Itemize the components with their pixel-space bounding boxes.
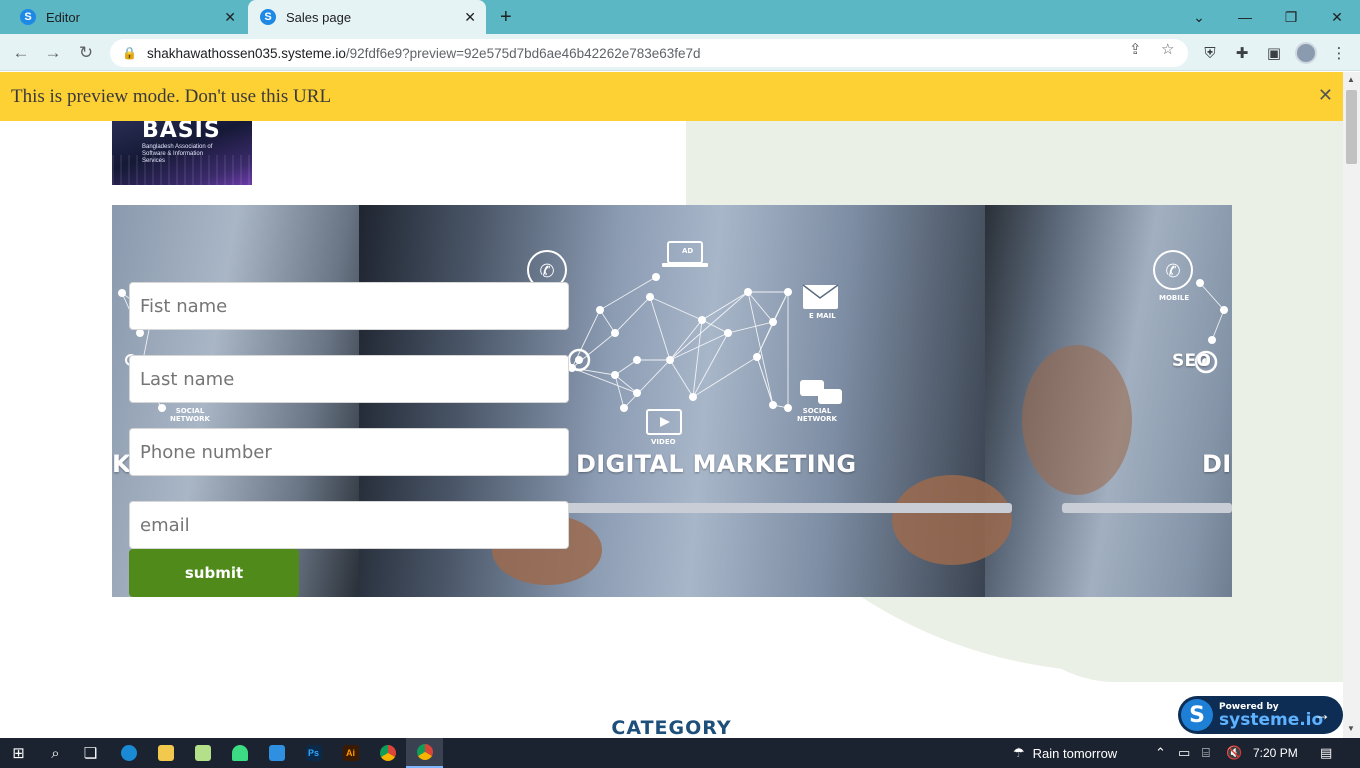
tab-strip: S Editor ✕ S Sales page ✕ + ⌄ — ❐ ✕ (0, 0, 1360, 34)
edge-icon[interactable] (110, 738, 147, 768)
powered-by-badge[interactable]: S Powered by systeme.io → (1178, 696, 1343, 734)
notifications-icon[interactable]: ▤ (1320, 738, 1332, 768)
bookmark-star-icon[interactable]: ☆ (1161, 40, 1174, 58)
tab-title: Editor (46, 9, 80, 25)
show-hidden-icons-icon[interactable]: ⌃ (1155, 738, 1166, 768)
seo-label: SEO (1172, 351, 1212, 371)
page-viewport: This is preview mode. Don't use this URL… (0, 72, 1343, 738)
weather-text: Rain tomorrow (1032, 745, 1118, 761)
vertical-scrollbar[interactable]: ▲ ▼ (1343, 72, 1360, 738)
volume-muted-icon[interactable]: 🔇 (1226, 738, 1242, 768)
category-heading: CATEGORY (611, 717, 732, 738)
logo-subtitle: Bangladesh Association of Software & Inf… (142, 144, 213, 164)
windows-taskbar: ⊞ ⌕ ❏ Ps Ai ☂ Rain tomorrow ⌃ ▭ ⌸ 🔇 7:20… (0, 738, 1360, 768)
email-input[interactable] (129, 501, 569, 549)
restore-button[interactable]: ❐ (1268, 0, 1314, 34)
preview-mode-banner: This is preview mode. Don't use this URL… (0, 72, 1343, 121)
network-icon[interactable]: ⌸ (1202, 738, 1210, 768)
profile-avatar[interactable] (1295, 42, 1317, 64)
ad-label: AD (682, 247, 694, 255)
video-label: VIDEO (651, 438, 676, 446)
systeme-favicon-icon: S (260, 9, 276, 25)
preview-banner-text: This is preview mode. Don't use this URL (11, 85, 332, 107)
forward-button[interactable]: → (40, 40, 66, 66)
search-icon[interactable]: ⌕ (37, 738, 74, 768)
chrome-icon[interactable] (369, 738, 406, 768)
hero-headline: DIGITAL MARKETING (576, 450, 857, 478)
svg-text:✆: ✆ (539, 261, 554, 282)
new-tab-button[interactable]: + (500, 6, 512, 29)
tab-title: Sales page (286, 9, 352, 25)
close-tab-icon[interactable]: ✕ (464, 9, 476, 26)
url-path: /92fdf6e9?preview=92e575d7bd6ae46b42262e… (345, 45, 701, 61)
url-host: shakhawathossen035.systeme.io (146, 45, 346, 61)
menu-kebab-icon[interactable]: ⋮ (1329, 43, 1349, 63)
close-banner-icon[interactable]: ✕ (1318, 85, 1333, 106)
weather-widget[interactable]: ☂ Rain tomorrow (1013, 738, 1117, 768)
photoshop-icon[interactable]: Ps (295, 738, 332, 768)
umbrella-icon: ☂ (1013, 745, 1025, 760)
svg-text:✆: ✆ (1165, 261, 1180, 282)
windows-start-icon[interactable]: ⊞ (0, 738, 37, 768)
share-icon[interactable]: ⇪ (1129, 40, 1142, 58)
scroll-down-icon[interactable]: ▼ (1347, 724, 1355, 733)
lock-icon: 🔒 (122, 46, 137, 60)
photoshop-label: Ps (305, 745, 322, 761)
task-view-icon[interactable]: ❏ (72, 738, 109, 768)
hero-fragment-right: DI (1202, 450, 1232, 478)
submit-button[interactable]: submit (129, 549, 299, 597)
close-tab-icon[interactable]: ✕ (224, 9, 236, 26)
address-bar[interactable]: 🔒 shakhawathossen035.systeme.io/92fdf6e9… (110, 39, 1188, 67)
phone-number-input[interactable] (129, 428, 569, 476)
basis-logo: BASIS Bangladesh Association of Software… (112, 116, 252, 185)
vscode-icon[interactable] (258, 738, 295, 768)
powered-brand-text: systeme.io (1219, 710, 1324, 730)
tab-search-chevron-icon[interactable]: ⌄ (1176, 0, 1222, 34)
clock[interactable]: 7:20 PM (1253, 738, 1298, 768)
toolbar: ← → ↻ 🔒 shakhawathossen035.systeme.io/92… (0, 34, 1360, 71)
reload-button[interactable]: ↻ (73, 40, 99, 66)
arrow-right-icon: → (1313, 704, 1331, 724)
chrome-active-icon[interactable] (406, 738, 443, 768)
systeme-favicon-icon: S (20, 9, 36, 25)
puzzle-extensions-icon[interactable]: ✚ (1232, 43, 1252, 63)
email-label: E MAIL (809, 312, 836, 320)
minimize-button[interactable]: — (1222, 0, 1268, 34)
scrollbar-thumb[interactable] (1346, 90, 1357, 164)
mobile-label: MOBILE (1159, 294, 1190, 302)
shield-extension-icon[interactable]: ⛨ (1200, 43, 1220, 63)
side-panel-icon[interactable]: ▣ (1264, 43, 1284, 63)
logo-word: BASIS (142, 118, 221, 143)
last-name-input[interactable] (129, 355, 569, 403)
tab-sales-page[interactable]: S Sales page ✕ (248, 0, 486, 34)
illustrator-label: Ai (342, 745, 359, 761)
systeme-logo-icon: S (1181, 699, 1213, 731)
file-explorer-icon[interactable] (147, 738, 184, 768)
android-studio-icon[interactable] (221, 738, 258, 768)
first-name-input[interactable] (129, 282, 569, 330)
battery-icon[interactable]: ▭ (1178, 738, 1190, 768)
close-window-button[interactable]: ✕ (1314, 0, 1360, 34)
social-network-label: SOCIAL NETWORK (797, 407, 837, 423)
social-network-label: SOCIAL NETWORK (170, 407, 210, 423)
illustrator-icon[interactable]: Ai (332, 738, 369, 768)
scroll-up-icon[interactable]: ▲ (1347, 75, 1355, 84)
notepad-icon[interactable] (184, 738, 221, 768)
back-button[interactable]: ← (8, 40, 34, 66)
tab-editor[interactable]: S Editor ✕ (0, 0, 246, 34)
